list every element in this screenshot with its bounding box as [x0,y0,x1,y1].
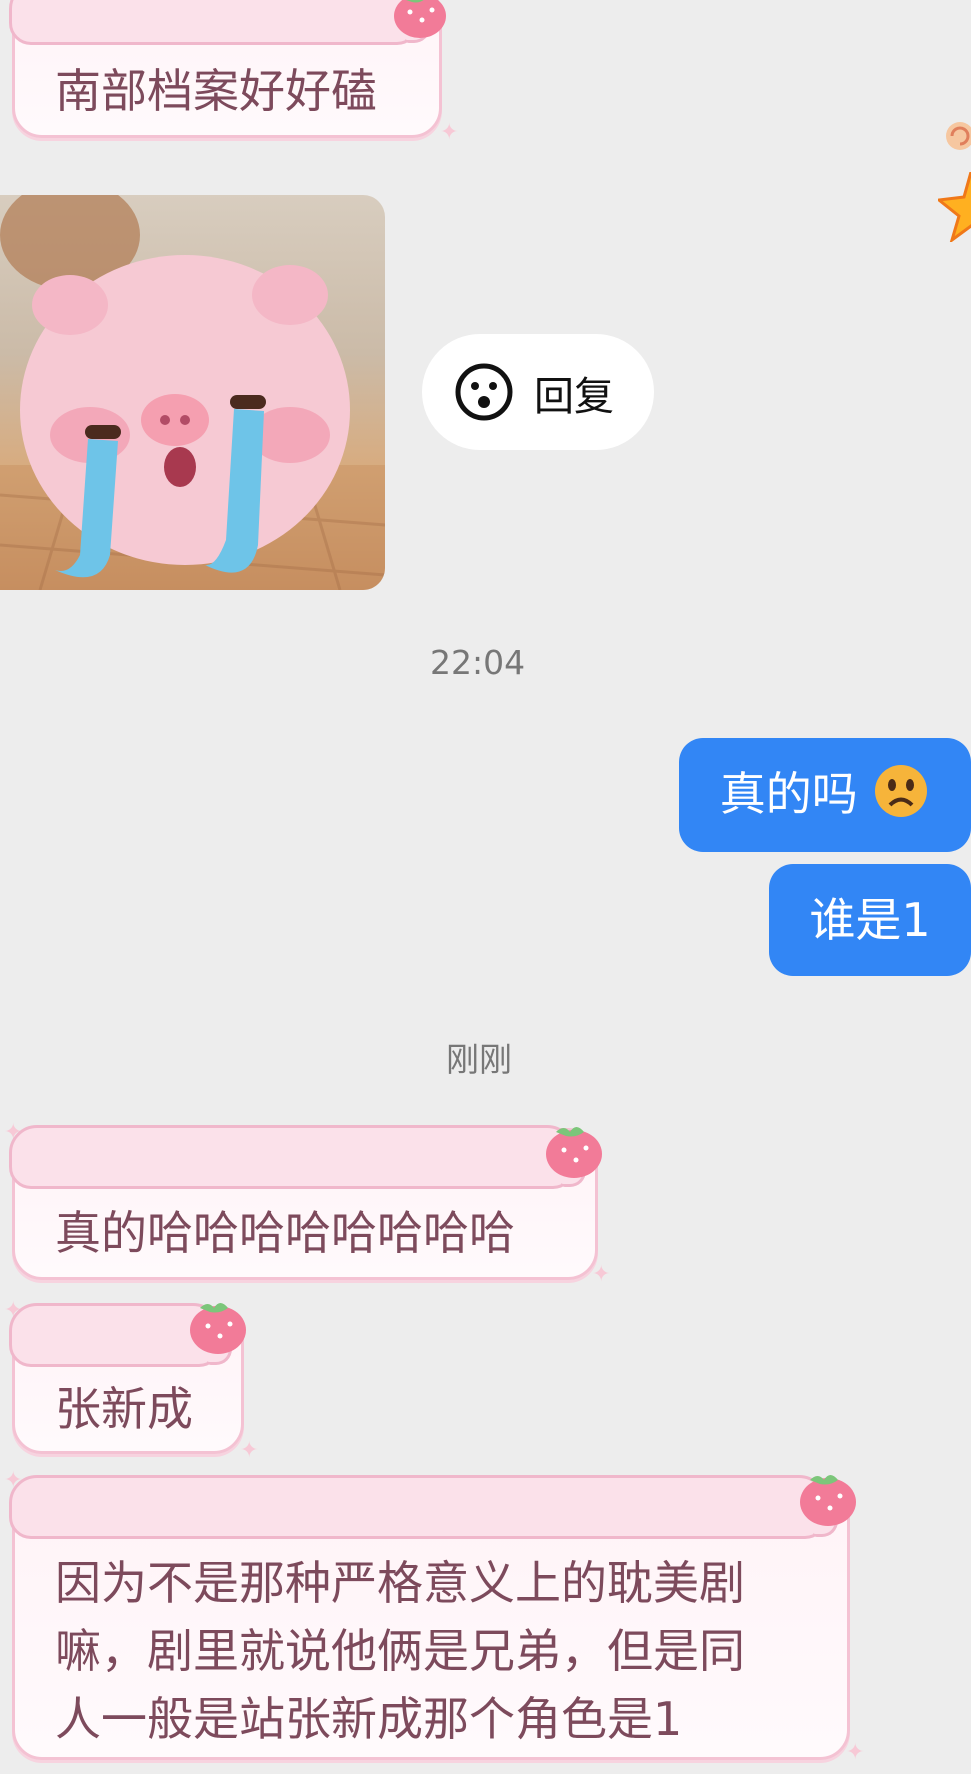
sticker-image[interactable] [0,195,385,590]
message-text: 因为不是那种严格意义上的耽美剧 嘛，剧里就说他俩是兄弟，但是同 人一般是站张新成… [55,1556,745,1746]
strawberry-icon [190,1303,246,1354]
worried-face-emoji [875,765,928,817]
timestamp: 22:04 [430,643,526,682]
strawberry-icon [800,1475,856,1526]
strawberry-icon [546,1127,602,1178]
sparkle-decoration: ✦ [592,1262,611,1287]
strawberry-icon [394,0,446,38]
bubble-drip-decoration [9,0,430,45]
message-text: 真的哈哈哈哈哈哈哈哈 [55,1206,515,1260]
message-bubble-received[interactable]: 南部档案好好磕 [9,0,442,138]
smiley-face-icon [455,363,513,421]
timestamp: 刚刚 [446,1040,512,1079]
message-bubble-sent[interactable]: 真的吗 [679,738,971,852]
star-icon [938,172,971,242]
bubble-drip-decoration [9,1475,838,1539]
message-bubble-received[interactable]: 因为不是那种严格意义上的耽美剧 嘛，剧里就说他俩是兄弟，但是同 人一般是站张新成… [9,1475,850,1760]
message-text: 真的吗 [719,767,858,821]
sparkle-decoration: ✦ [240,1438,259,1463]
message-text: 南部档案好好磕 [55,64,377,118]
message-text: 张新成 [55,1382,193,1436]
reply-label: 回复 [534,374,614,420]
message-bubble-sent[interactable]: 谁是1 [769,864,971,976]
bubble-drip-decoration [9,1125,586,1189]
message-text: 谁是1 [809,893,931,947]
message-bubble-received[interactable]: 真的哈哈哈哈哈哈哈哈 [9,1125,598,1280]
crying-pink-pig-sticker [0,195,385,590]
lollipop-icon [946,122,971,150]
sparkle-decoration: ✦ [846,1740,865,1765]
reply-button[interactable]: 回复 [422,334,654,450]
sparkle-decoration: ✦ [440,120,459,145]
